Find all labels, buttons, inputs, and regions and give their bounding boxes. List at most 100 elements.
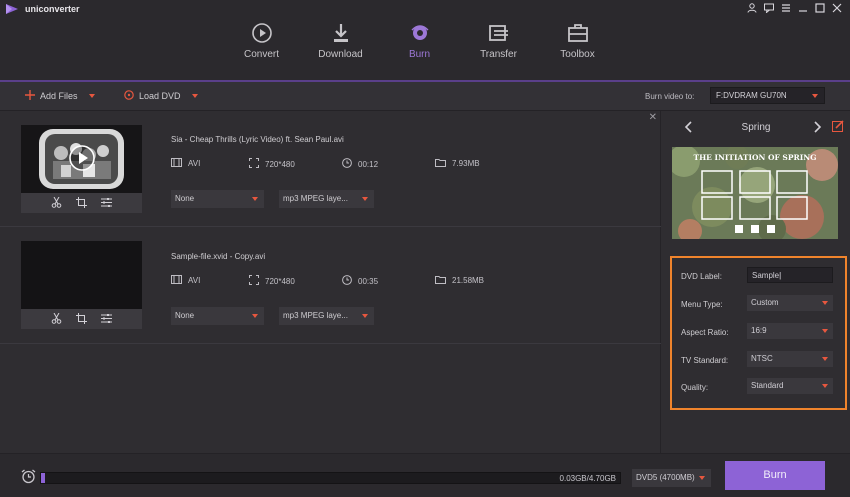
audio-track-value: mp3 MPEG laye... <box>283 194 348 203</box>
aspect-ratio-value: 16:9 <box>751 326 767 335</box>
video-thumbnail[interactable] <box>21 241 142 329</box>
list-item: Sample-file.xvid - Copy.avi AVI 720*480 … <box>0 228 661 344</box>
transfer-icon <box>488 22 510 46</box>
audio-track-select[interactable]: mp3 MPEG laye... <box>279 307 374 325</box>
title-bar: uniconverter Convert Download Burn Trans… <box>0 0 850 82</box>
chevron-down-icon <box>822 384 828 388</box>
tab-transfer[interactable]: Transfer <box>459 18 538 80</box>
aspect-ratio-select[interactable]: 16:9 <box>747 323 833 339</box>
play-icon[interactable] <box>69 145 95 173</box>
toolbar: Add Files Load DVD Burn video to: F:DVDR… <box>0 82 850 111</box>
chevron-down-icon <box>822 301 828 305</box>
chevron-down-icon <box>822 329 828 333</box>
quality-select[interactable]: Standard <box>747 378 833 394</box>
tab-label: Transfer <box>480 49 517 60</box>
app-title: uniconverter <box>25 4 80 14</box>
dvd-settings: DVD Label: Sample| Menu Type: Custom Asp… <box>670 256 847 410</box>
burn-button[interactable]: Burn <box>725 461 825 490</box>
tab-label: Download <box>318 49 363 60</box>
effects-icon[interactable] <box>101 197 112 210</box>
dvd-label-label: DVD Label: <box>681 272 722 281</box>
menu-icon[interactable] <box>780 2 791 13</box>
add-files-label: Add Files <box>40 91 78 101</box>
video-thumbnail[interactable] <box>21 125 142 213</box>
chevron-down-icon <box>812 94 818 98</box>
dvd-label-input[interactable]: Sample| <box>747 267 833 283</box>
tab-download[interactable]: Download <box>301 18 380 80</box>
resolution-value: 720*480 <box>265 159 295 169</box>
minimize-icon[interactable] <box>797 2 808 13</box>
disc-type-select[interactable]: DVD5 (4700MB) <box>632 469 711 487</box>
app-logo-icon <box>5 3 19 17</box>
add-files-button[interactable]: Add Files <box>25 90 95 102</box>
burn-target-value: F:DVDRAM GU70N <box>716 91 787 100</box>
menu-type-select[interactable]: Custom <box>747 295 833 311</box>
tab-label: Convert <box>243 49 279 60</box>
alarm-clock-icon[interactable] <box>21 469 36 486</box>
tab-burn[interactable]: Burn <box>380 18 459 82</box>
quality-value: Standard <box>751 381 784 390</box>
file-list: ✕ Sia - Cheap Thrills (Lyric Video) ft. … <box>0 111 661 453</box>
format-meta: AVI <box>171 275 200 286</box>
download-icon <box>330 22 352 46</box>
duration-meta: 00:35 <box>342 275 378 287</box>
tab-label: Burn <box>408 49 431 60</box>
resolution-meta: 720*480 <box>249 275 295 287</box>
disc-usage-fill <box>41 473 46 483</box>
load-dvd-button[interactable]: Load DVD <box>124 90 198 102</box>
subtitle-value: None <box>175 311 195 320</box>
size-value: 7.93MB <box>452 159 480 168</box>
film-icon <box>171 275 182 286</box>
edit-icon[interactable] <box>832 120 844 134</box>
clock-icon <box>342 275 352 287</box>
format-value: AVI <box>188 159 201 168</box>
thumbnail-toolbar <box>21 193 142 213</box>
tv-standard-select[interactable]: NTSC <box>747 351 833 367</box>
audio-track-value: mp3 MPEG laye... <box>283 311 348 320</box>
theme-preview-title: THE INITIATION OF SPRING <box>693 153 817 162</box>
tab-convert[interactable]: Convert <box>222 18 301 80</box>
dvd-label-value: Sample <box>752 271 780 280</box>
trim-icon[interactable] <box>51 312 62 326</box>
chevron-down-icon <box>252 314 258 318</box>
chevron-down-icon <box>362 197 368 201</box>
subtitle-value: None <box>175 194 195 203</box>
quality-label: Quality: <box>681 383 709 392</box>
thumbnail-image <box>21 241 142 309</box>
size-meta: 7.93MB <box>435 158 480 169</box>
maximize-icon[interactable] <box>814 2 825 13</box>
duration-value: 00:35 <box>358 276 379 286</box>
subtitle-select[interactable]: None <box>171 307 264 325</box>
duration-meta: 00:12 <box>342 158 378 170</box>
chevron-right-icon[interactable] <box>814 121 822 135</box>
burn-to-label: Burn video to: <box>645 92 695 101</box>
resolution-value: 720*480 <box>265 276 295 286</box>
disc-usage-text: 0.03GB/4.70GB <box>559 474 616 483</box>
chevron-down-icon[interactable] <box>191 94 198 98</box>
chevron-down-icon <box>699 476 705 480</box>
toolbox-icon <box>567 22 589 46</box>
chevron-down-icon[interactable] <box>88 94 95 98</box>
theme-preview[interactable]: THE INITIATION OF SPRING <box>672 147 838 239</box>
audio-track-select[interactable]: mp3 MPEG laye... <box>279 190 374 208</box>
effects-icon[interactable] <box>101 313 112 326</box>
resolution-icon <box>249 158 259 170</box>
burn-target-select[interactable]: F:DVDRAM GU70N <box>710 87 825 104</box>
subtitle-select[interactable]: None <box>171 190 264 208</box>
size-value: 21.58MB <box>452 276 485 285</box>
thumbnail-toolbar <box>21 309 142 329</box>
tv-standard-label: TV Standard: <box>681 356 729 365</box>
account-icon[interactable] <box>746 2 757 13</box>
disc-type-value: DVD5 (4700MB) <box>636 473 695 482</box>
crop-icon[interactable] <box>76 196 87 210</box>
file-name: Sia - Cheap Thrills (Lyric Video) ft. Se… <box>171 135 344 144</box>
trim-icon[interactable] <box>51 196 62 210</box>
message-icon[interactable] <box>763 2 774 13</box>
load-dvd-label: Load DVD <box>139 91 181 101</box>
format-value: AVI <box>188 276 201 285</box>
crop-icon[interactable] <box>76 312 87 326</box>
close-window-icon[interactable] <box>831 2 842 13</box>
dvd-template-panel: Spring THE INITIATION OF SPRING DVD Labe… <box>662 111 850 453</box>
film-icon <box>171 158 182 169</box>
tab-toolbox[interactable]: Toolbox <box>538 18 617 80</box>
